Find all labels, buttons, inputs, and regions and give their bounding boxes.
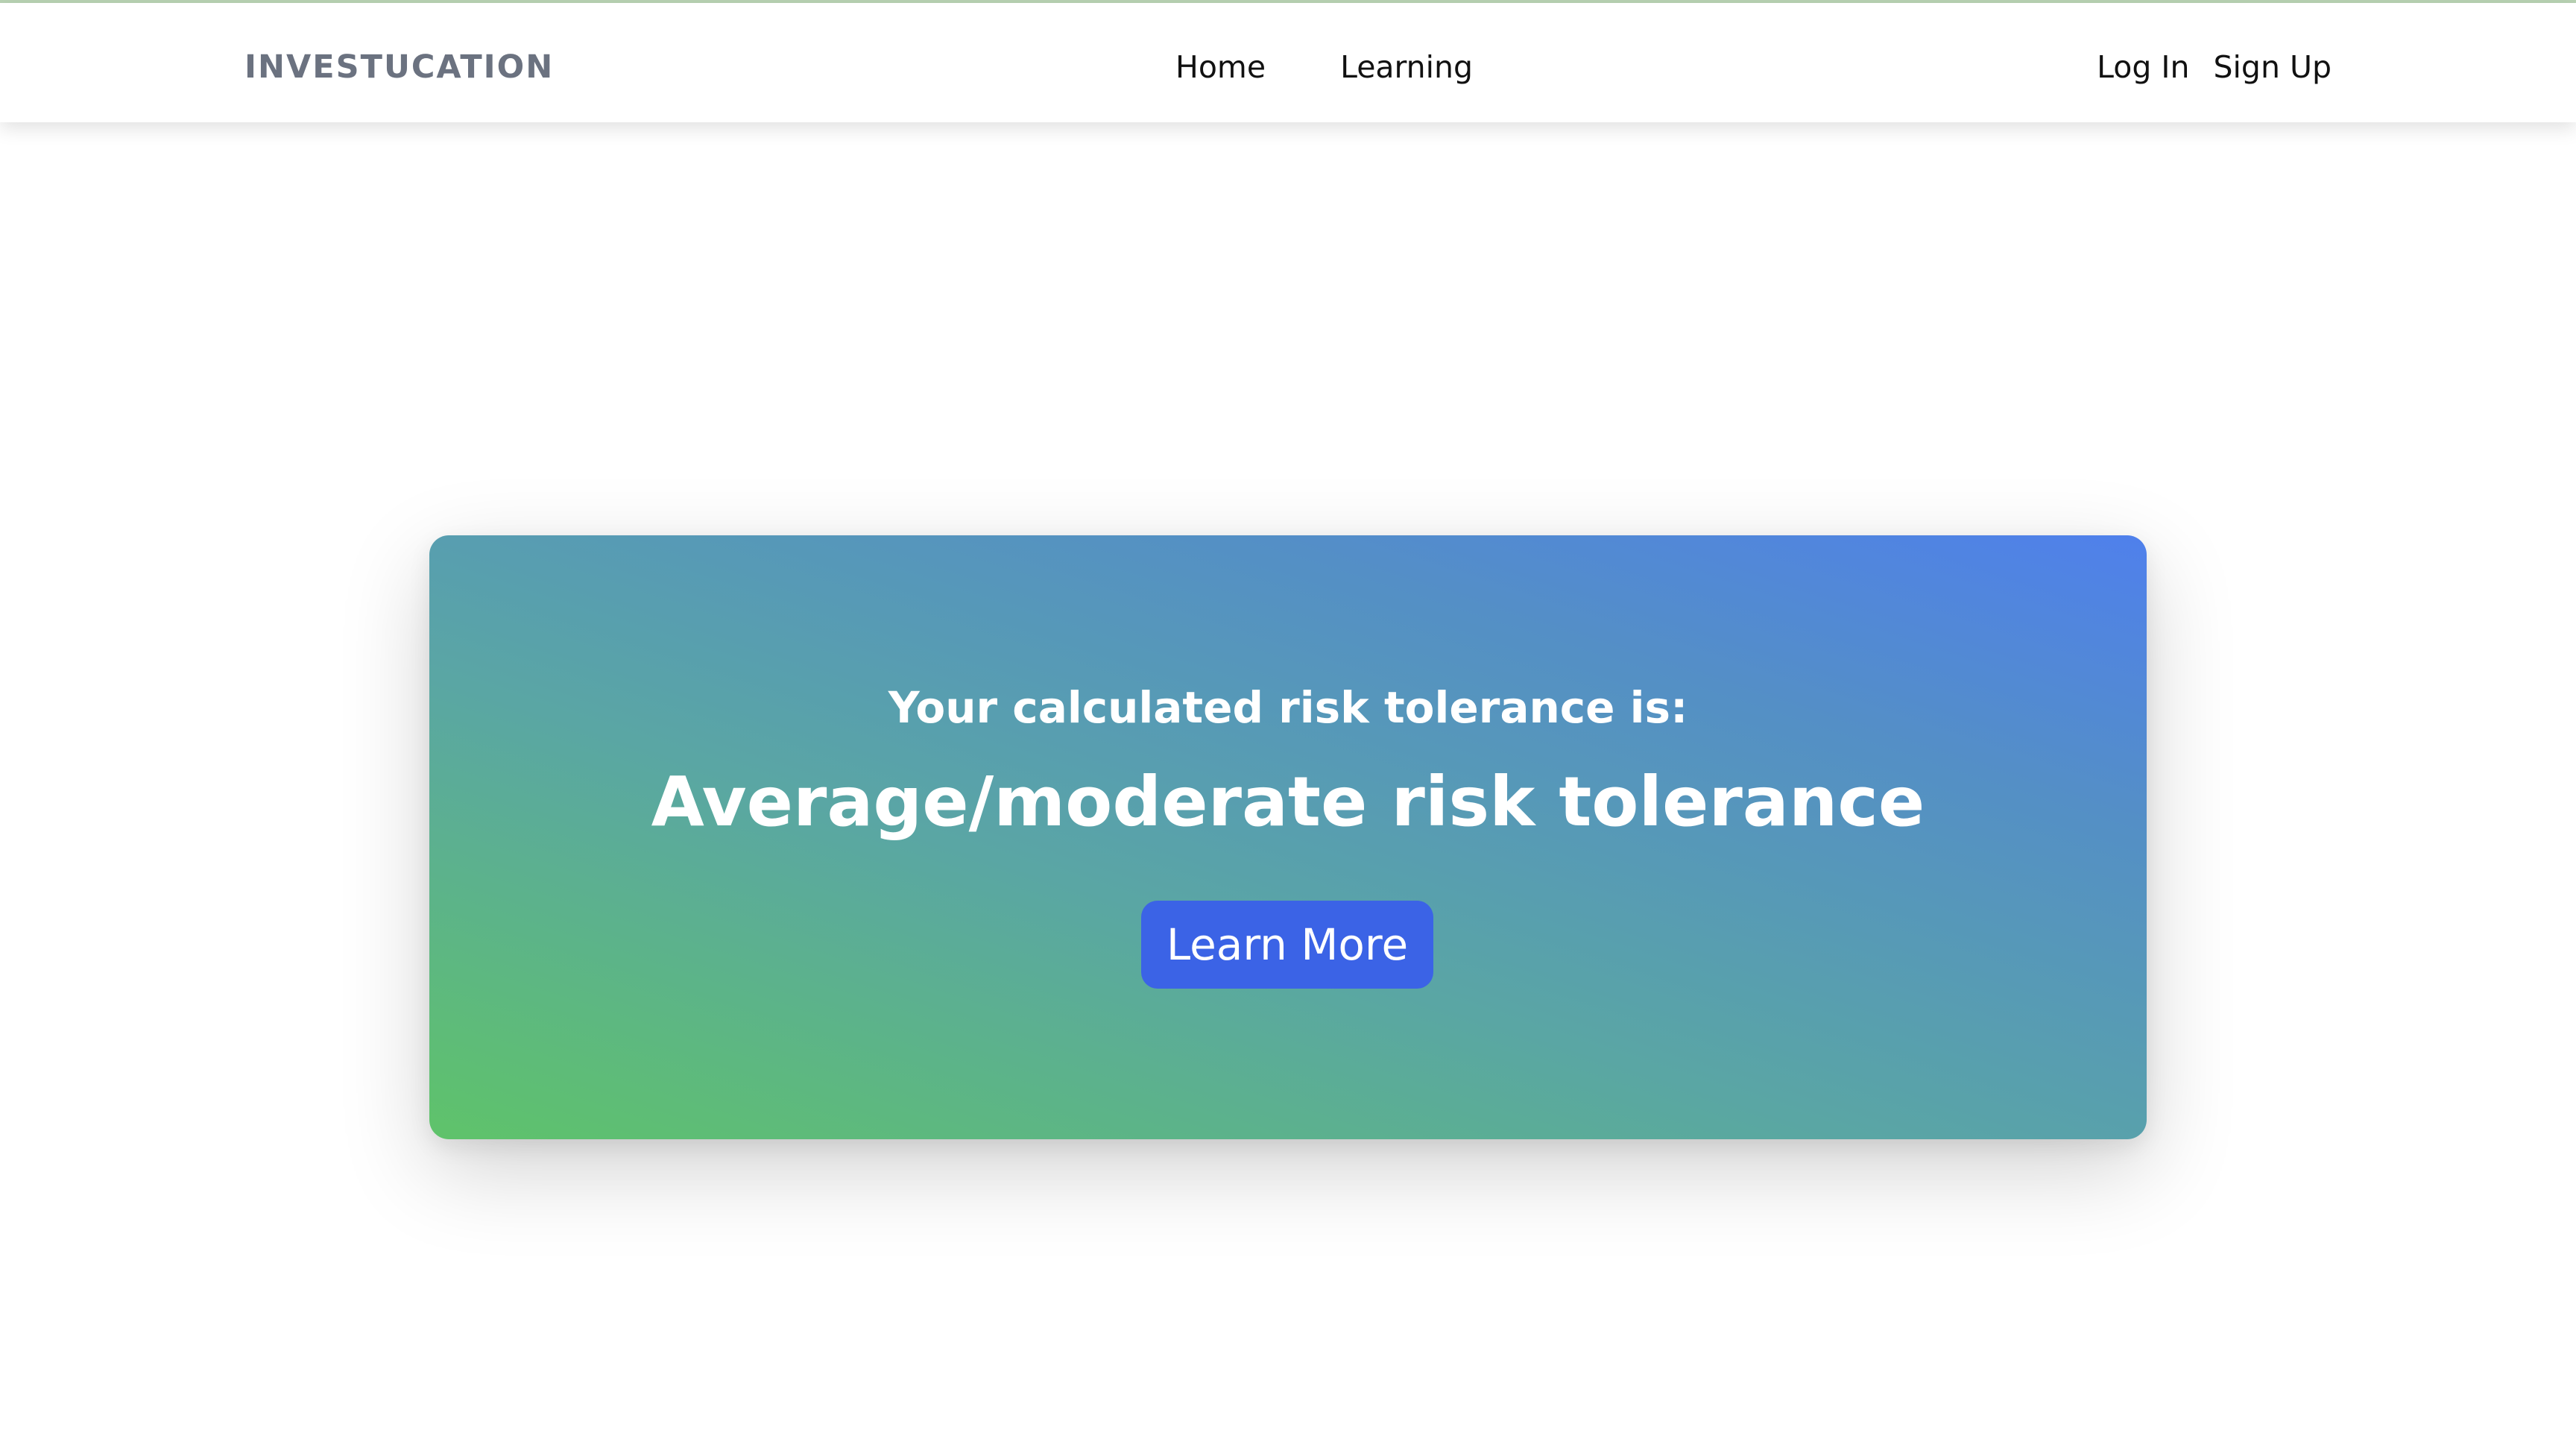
risk-result-value: Average/moderate risk tolerance: [651, 762, 1925, 842]
brand-logo-text[interactable]: INVESTUCATION: [244, 45, 554, 89]
login-link[interactable]: Log In: [2097, 45, 2189, 89]
risk-result-card: Your calculated risk tolerance is: Avera…: [429, 535, 2147, 1139]
auth-nav: Log In Sign Up: [2097, 45, 2332, 89]
top-navbar: INVESTUCATION Home Learning Log In Sign …: [0, 3, 2576, 122]
risk-result-subtitle: Your calculated risk tolerance is:: [888, 682, 1688, 733]
main-nav: Home Learning: [1175, 45, 1473, 89]
nav-link-learning[interactable]: Learning: [1340, 45, 1473, 89]
signup-link[interactable]: Sign Up: [2214, 45, 2332, 89]
nav-link-home[interactable]: Home: [1175, 45, 1266, 89]
learn-more-button[interactable]: Learn More: [1141, 901, 1433, 989]
